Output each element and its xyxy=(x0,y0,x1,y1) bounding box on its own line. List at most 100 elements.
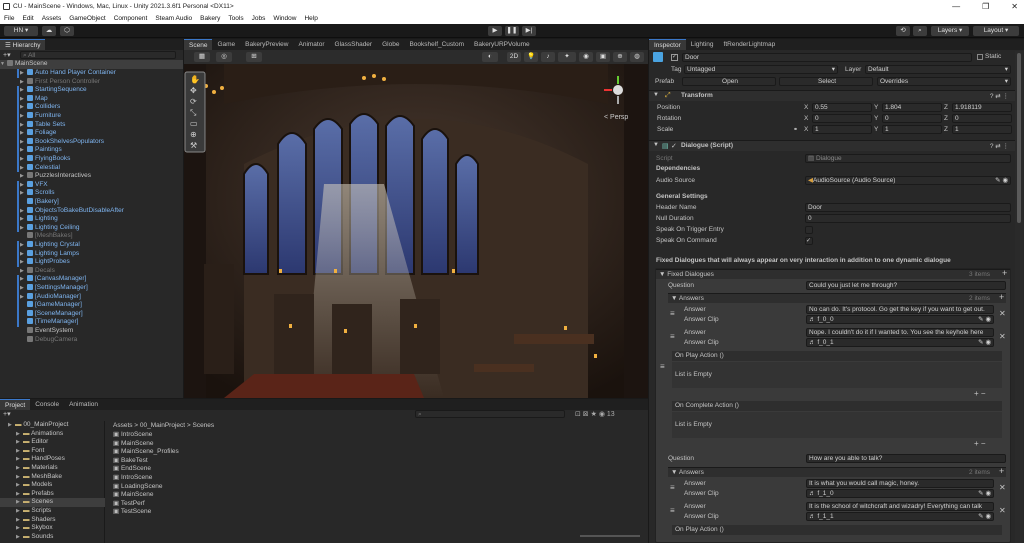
audio-toggle-icon[interactable]: ♪ xyxy=(541,52,555,62)
hierarchy-item[interactable]: [MeshBakes] xyxy=(20,232,73,241)
globe-icon[interactable]: ◍ xyxy=(630,52,644,62)
expand-arrow-icon[interactable]: ▶ xyxy=(20,258,27,267)
hierarchy-item[interactable]: [SceneManager] xyxy=(20,309,83,319)
hierarchy-item[interactable]: DebugCamera xyxy=(20,335,77,345)
menu-item[interactable]: GameObject xyxy=(65,13,110,24)
expand-arrow-icon[interactable]: ▶ xyxy=(20,164,27,173)
project-view-icons[interactable]: ⊡ ⊠ ★ ◉ 13 xyxy=(575,410,615,418)
menu-item[interactable]: Tools xyxy=(224,13,247,24)
hierarchy-item[interactable]: ▶ First Person Controller xyxy=(20,77,100,87)
tab-scene-2[interactable]: BakeryPreview xyxy=(240,39,293,50)
question-1-field[interactable]: Could you just let me through? xyxy=(806,281,1006,290)
hierarchy-item[interactable]: ▶ Colliders xyxy=(20,103,60,112)
scale-z-field[interactable]: 1 xyxy=(952,125,1012,134)
hierarchy-item[interactable]: ▶ StartingSequence xyxy=(20,86,87,95)
menu-item[interactable]: Steam Audio xyxy=(151,13,196,24)
expand-arrow-icon[interactable]: ▶ xyxy=(20,224,27,233)
expand-arrow-icon[interactable]: ▶ xyxy=(20,155,27,164)
project-folder[interactable]: ▶ ▬ Scenes xyxy=(0,498,105,507)
hierarchy-item[interactable]: ▶ FlyingBooks xyxy=(20,155,70,164)
inspector-scrollbar[interactable] xyxy=(1015,51,1023,543)
search-icon[interactable]: ⌕ xyxy=(913,26,927,36)
answers-1-header[interactable]: ▼ Answers 2 items xyxy=(668,293,1006,303)
dialogue-menu-icons[interactable]: ? ⇄ ⋮ xyxy=(990,142,1009,150)
expand-arrow-icon[interactable]: ▶ xyxy=(20,293,27,302)
drag-handle-icon[interactable]: ≡ xyxy=(670,309,675,318)
tab-scene-5[interactable]: Globe xyxy=(377,39,404,50)
on-complete-add-remove[interactable]: + − xyxy=(974,439,986,448)
expand-arrow-icon[interactable]: ▶ xyxy=(20,284,27,293)
rotation-x-field[interactable]: 0 xyxy=(812,114,872,123)
drag-handle-icon[interactable]: ≡ xyxy=(660,362,665,371)
minimize-button[interactable]: — xyxy=(952,0,960,13)
menu-item[interactable]: Assets xyxy=(38,13,66,24)
expand-arrow-icon[interactable]: ▶ xyxy=(20,189,27,198)
add-answer-1-button[interactable]: + xyxy=(999,292,1004,302)
position-y-field[interactable]: 1.804 xyxy=(882,103,942,112)
answer-4-field[interactable]: It is the school of witchcraft and wizad… xyxy=(806,502,994,511)
expand-arrow-icon[interactable]: ▶ xyxy=(20,241,27,250)
project-folder[interactable]: ▶ ▬ Editor xyxy=(0,438,105,447)
tab-lighting[interactable]: Lighting xyxy=(686,39,719,50)
expand-arrow-icon[interactable]: ▶ xyxy=(20,267,27,276)
close-button[interactable]: ✕ xyxy=(1011,0,1018,13)
expand-arrow-icon[interactable]: ▶ xyxy=(20,146,27,155)
render-mode-icon[interactable]: ◎ xyxy=(216,52,232,62)
expand-arrow-icon[interactable]: ▶ xyxy=(20,207,27,216)
scene-asset[interactable]: ▣ TestPerf xyxy=(113,500,145,509)
menu-item[interactable]: Jobs xyxy=(248,13,270,24)
persp-label[interactable]: < Persp xyxy=(604,114,628,121)
draw-mode-icon[interactable]: ▦ xyxy=(194,52,210,62)
tab-scene-0[interactable]: Scene xyxy=(184,39,213,50)
transform-header[interactable]: ▼ ⤢ Transform ? ⇄ ⋮ xyxy=(649,90,1015,101)
hierarchy-item[interactable]: ▶ [SettingsManager] xyxy=(20,284,88,293)
camera-icon[interactable]: ▣ xyxy=(596,52,610,62)
hierarchy-item[interactable]: ▶ Lighting Lamps xyxy=(20,249,79,259)
hierarchy-item[interactable]: ▶ [CanvasManager] xyxy=(20,275,86,284)
project-search-input[interactable]: ⌕ xyxy=(415,410,565,418)
position-x-field[interactable]: 0.55 xyxy=(812,103,872,112)
gizmos-icon[interactable]: ⊕ xyxy=(613,52,627,62)
remove-answer-1-icon[interactable]: ✕ xyxy=(999,309,1006,318)
project-folder[interactable]: ▶ ▬ Shaders xyxy=(0,516,105,525)
hierarchy-item[interactable]: ▶ VFX xyxy=(20,180,48,190)
expand-arrow-icon[interactable]: ▶ xyxy=(20,275,27,284)
hierarchy-item[interactable]: [GameManager] xyxy=(20,301,82,310)
answer-2-field[interactable]: Nope. I couldn't do it if I wanted to. Y… xyxy=(806,328,994,337)
tab-scene-4[interactable]: GlassShader xyxy=(330,39,378,50)
scene-viewport[interactable]: ✋ ✥ ⟳ ⤡ ▭ ⊕ ⚒ < Persp xyxy=(184,64,648,398)
add-icon[interactable]: +▾ xyxy=(3,51,17,59)
remove-answer-3-icon[interactable]: ✕ xyxy=(999,483,1006,492)
hierarchy-item[interactable]: ▶ ObjectsToBakeButDisableAfter xyxy=(20,206,124,216)
answer-3-field[interactable]: It is what you would call magic, honey. xyxy=(806,479,994,488)
zoom-slider[interactable] xyxy=(580,535,640,537)
hierarchy-item[interactable]: ▶ Lighting xyxy=(20,215,58,224)
layers-dropdown[interactable]: Layers ▾ xyxy=(931,26,969,36)
header-name-field[interactable]: Door xyxy=(805,203,1011,212)
speak-command-checkbox[interactable]: ✓ xyxy=(805,237,813,245)
tab-scene-6[interactable]: Bookshelf_Custom xyxy=(404,39,469,50)
rotation-z-field[interactable]: 0 xyxy=(952,114,1012,123)
question-2-field[interactable]: How are you able to talk? xyxy=(806,454,1006,463)
drag-handle-icon[interactable]: ≡ xyxy=(670,506,675,515)
hierarchy-item[interactable]: ▶ Map xyxy=(20,94,48,104)
scene-asset[interactable]: ▣ MainScene_Profiles xyxy=(113,448,179,457)
menu-item[interactable]: Window xyxy=(269,13,300,24)
menu-item[interactable]: File xyxy=(0,13,18,24)
remove-answer-2-icon[interactable]: ✕ xyxy=(999,332,1006,341)
project-folder[interactable]: ▶ ▬ Materials xyxy=(0,464,105,473)
dialogue-enabled-checkbox[interactable]: ✓ xyxy=(671,142,677,150)
tab-project[interactable]: Project xyxy=(0,399,31,410)
scene-asset[interactable]: ▣ EndScene xyxy=(113,465,151,474)
hierarchy-item[interactable]: ▶ LightProbes xyxy=(20,258,70,267)
tab-scene-3[interactable]: Animator xyxy=(294,39,330,50)
menu-item[interactable]: Component xyxy=(110,13,152,24)
scale-y-field[interactable]: 1 xyxy=(882,125,942,134)
speak-trigger-checkbox[interactable] xyxy=(805,226,813,234)
hidden-objects-icon[interactable]: ◉ xyxy=(579,52,593,62)
null-duration-field[interactable]: 0 xyxy=(805,214,1011,223)
expand-arrow-icon[interactable]: ▶ xyxy=(20,138,27,147)
add-dialogue-button[interactable]: + xyxy=(1002,268,1007,278)
scene-asset[interactable]: ▣ LoadingScene xyxy=(113,483,163,492)
effects-toggle-icon[interactable]: ✦ xyxy=(558,52,576,62)
